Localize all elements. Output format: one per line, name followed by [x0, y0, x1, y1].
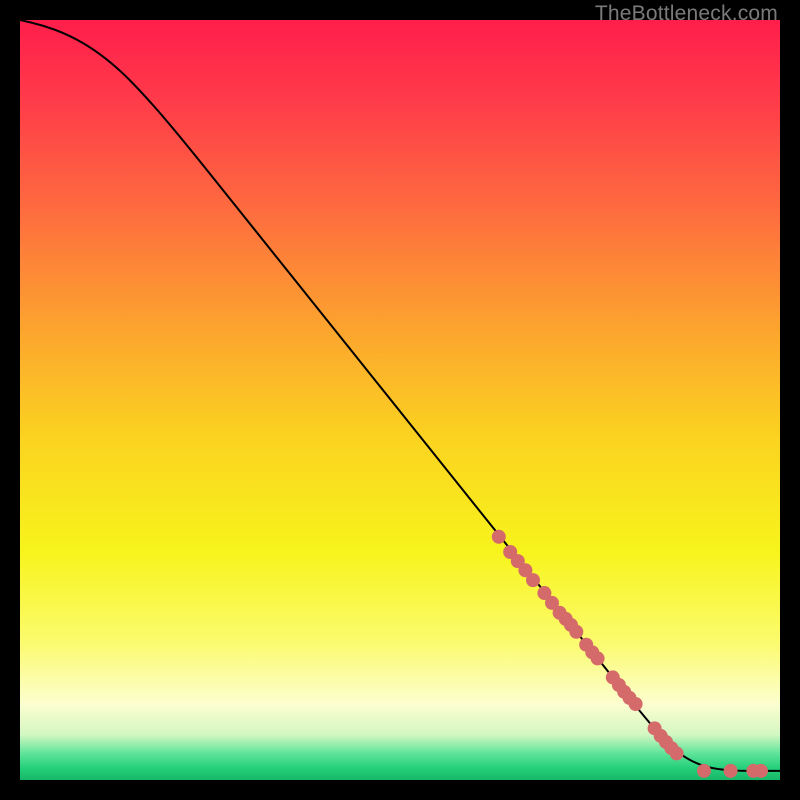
- scatter-point: [526, 573, 540, 587]
- scatter-point: [569, 625, 583, 639]
- scatter-point: [492, 530, 506, 544]
- watermark-text: TheBottleneck.com: [595, 2, 778, 26]
- chart-svg: [20, 20, 780, 780]
- scatter-point: [591, 651, 605, 665]
- scatter-point: [724, 764, 738, 778]
- chart-frame: [20, 20, 780, 780]
- chart-background: [20, 20, 780, 780]
- scatter-point: [754, 764, 768, 778]
- scatter-point: [697, 764, 711, 778]
- scatter-point: [629, 697, 643, 711]
- scatter-point: [670, 746, 684, 760]
